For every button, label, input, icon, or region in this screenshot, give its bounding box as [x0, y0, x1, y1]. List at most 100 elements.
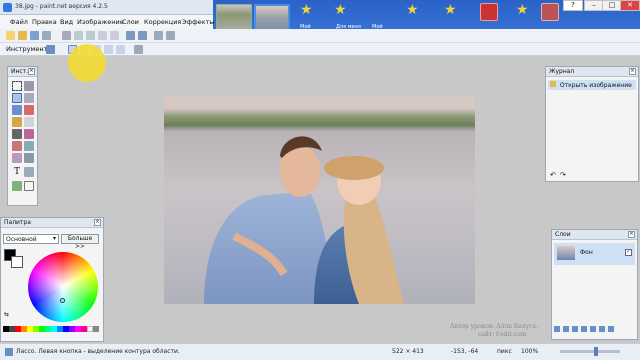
palette-swatches	[3, 326, 99, 338]
lasso-select-icon[interactable]	[12, 93, 22, 103]
tools-panel: Инст... × T	[7, 66, 38, 206]
help-button[interactable]: ?	[563, 0, 583, 11]
menu-adjustments[interactable]: Коррекция	[144, 18, 181, 26]
copy-icon[interactable]	[74, 31, 83, 40]
menu-bar: Файл Правка Вид Изображение Слои Коррекц…	[0, 15, 215, 29]
crop-icon[interactable]	[98, 31, 107, 40]
close-icon[interactable]: ×	[628, 231, 635, 238]
pencil-icon[interactable]	[12, 129, 22, 139]
layer-properties-icon[interactable]	[608, 326, 614, 332]
selection-mode-intersect-icon[interactable]	[104, 45, 113, 54]
text-icon[interactable]: T	[12, 167, 22, 177]
watermark-line2: сайт: f-edit.com	[478, 331, 527, 338]
delete-layer-icon[interactable]	[563, 326, 569, 332]
cursor-position: -153, -64	[451, 348, 479, 355]
rulers-icon[interactable]	[166, 31, 175, 40]
zoom-icon[interactable]	[24, 93, 34, 103]
menu-edit[interactable]: Правка	[32, 18, 57, 26]
save-icon[interactable]	[30, 31, 39, 40]
close-icon[interactable]: ×	[28, 68, 35, 75]
history-panel-header: Журнал ×	[546, 67, 638, 77]
zoom-slider[interactable]	[560, 347, 620, 356]
merge-layer-icon[interactable]	[581, 326, 587, 332]
grid-icon[interactable]	[154, 31, 163, 40]
swap-colors-icon[interactable]: ⇆	[4, 311, 9, 318]
cursor-highlight	[68, 44, 106, 82]
couple-photo	[204, 136, 404, 304]
lasso-icon	[5, 348, 13, 356]
image-size: 522 × 413	[392, 348, 424, 355]
undo-icon[interactable]	[126, 31, 135, 40]
units-select[interactable]: пикс	[497, 348, 512, 355]
tool-label: Инструмент:	[6, 45, 50, 53]
menu-layers[interactable]: Слои	[122, 18, 139, 26]
paste-icon[interactable]	[86, 31, 95, 40]
move-selection-icon[interactable]	[24, 81, 34, 91]
menu-file[interactable]: Файл	[10, 18, 28, 26]
watermark-line1: Автор уроков: Алла Балуга.	[450, 323, 538, 330]
shapes-icon[interactable]	[24, 167, 34, 177]
shape-tool-icon[interactable]	[12, 181, 22, 191]
gradient-icon[interactable]	[12, 153, 22, 163]
open-icon[interactable]	[18, 31, 27, 40]
menu-image[interactable]: Изображение	[77, 18, 124, 26]
palette-panel-header: Палитра ×	[1, 218, 103, 228]
recolor-icon[interactable]	[12, 141, 22, 151]
color-wheel-cursor[interactable]	[60, 298, 65, 303]
color-wheel[interactable]	[28, 252, 98, 322]
brush-icon[interactable]	[12, 117, 22, 127]
deselect-icon[interactable]	[110, 31, 119, 40]
cut-icon[interactable]	[62, 31, 71, 40]
undo-icon[interactable]: ↶	[550, 171, 556, 179]
rectangle-select-icon[interactable]	[12, 81, 22, 91]
minimize-button[interactable]: –	[584, 0, 604, 11]
redo-icon[interactable]	[138, 31, 147, 40]
clone-stamp-icon[interactable]	[24, 129, 34, 139]
maximize-button[interactable]: □	[602, 0, 622, 11]
layer-thumbnail	[557, 246, 575, 260]
menu-view[interactable]: Вид	[60, 18, 73, 26]
move-layer-down-icon[interactable]	[599, 326, 605, 332]
layer-visibility-checkbox[interactable]: ✓	[625, 249, 632, 256]
selection-mode-invert-icon[interactable]	[116, 45, 125, 54]
menu-effects[interactable]: Эффекты	[182, 18, 215, 26]
history-panel: Журнал × Открыть изображение ↶ ↷	[545, 66, 639, 182]
move-layer-up-icon[interactable]	[590, 326, 596, 332]
paint-bucket-icon[interactable]	[24, 105, 34, 115]
palette-panel: Палитра × Основной ▾ Больше >> ⇆	[0, 217, 104, 342]
redo-icon[interactable]: ↷	[560, 171, 566, 179]
layers-panel-title: Слои	[555, 231, 571, 238]
paint-net-icon	[3, 3, 12, 12]
canvas-image[interactable]	[164, 96, 475, 304]
open-image-icon	[550, 81, 556, 87]
palette-swatch[interactable]	[93, 326, 99, 332]
magic-wand-icon[interactable]	[12, 105, 22, 115]
history-item[interactable]: Открыть изображение	[548, 80, 636, 90]
layers-panel-header: Слои ×	[552, 230, 637, 240]
history-item-label: Открыть изображение	[559, 82, 632, 89]
lasso-icon[interactable]	[46, 45, 55, 54]
main-toolbar	[0, 29, 640, 43]
chevron-down-icon: ▾	[52, 235, 56, 242]
color-picker-icon[interactable]	[24, 141, 34, 151]
print-icon[interactable]	[42, 31, 51, 40]
history-panel-title: Журнал	[549, 68, 575, 75]
eraser-icon[interactable]	[24, 117, 34, 127]
ellipse-icon[interactable]	[24, 181, 34, 191]
line-curve-icon[interactable]	[24, 153, 34, 163]
close-button[interactable]: ✕	[620, 0, 640, 11]
close-icon[interactable]: ×	[629, 68, 636, 75]
title-bar: 38.jpg - paint.net версия 4.2.5	[0, 0, 213, 15]
antialias-icon[interactable]	[134, 45, 143, 54]
add-layer-icon[interactable]	[554, 326, 560, 332]
secondary-color-swatch[interactable]	[11, 256, 23, 268]
layer-row[interactable]: Фон ✓	[554, 243, 635, 265]
zoom-slider-thumb[interactable]	[594, 347, 598, 356]
new-icon[interactable]	[6, 31, 15, 40]
duplicate-layer-icon[interactable]	[572, 326, 578, 332]
palette-panel-title: Палитра	[4, 219, 31, 226]
close-icon[interactable]: ×	[94, 219, 101, 226]
zoom-level[interactable]: 100%	[521, 348, 538, 355]
palette-mode-select[interactable]: Основной ▾	[3, 234, 59, 244]
more-colors-button[interactable]: Больше >>	[61, 234, 99, 250]
